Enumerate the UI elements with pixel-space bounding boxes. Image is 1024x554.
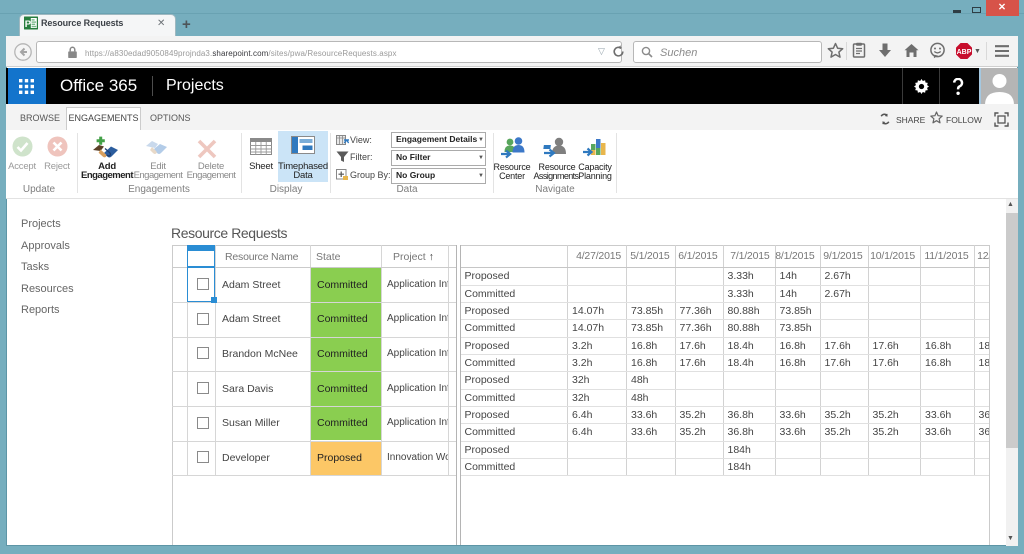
svg-text:ABP: ABP bbox=[957, 49, 972, 56]
svg-text:P: P bbox=[25, 19, 32, 30]
